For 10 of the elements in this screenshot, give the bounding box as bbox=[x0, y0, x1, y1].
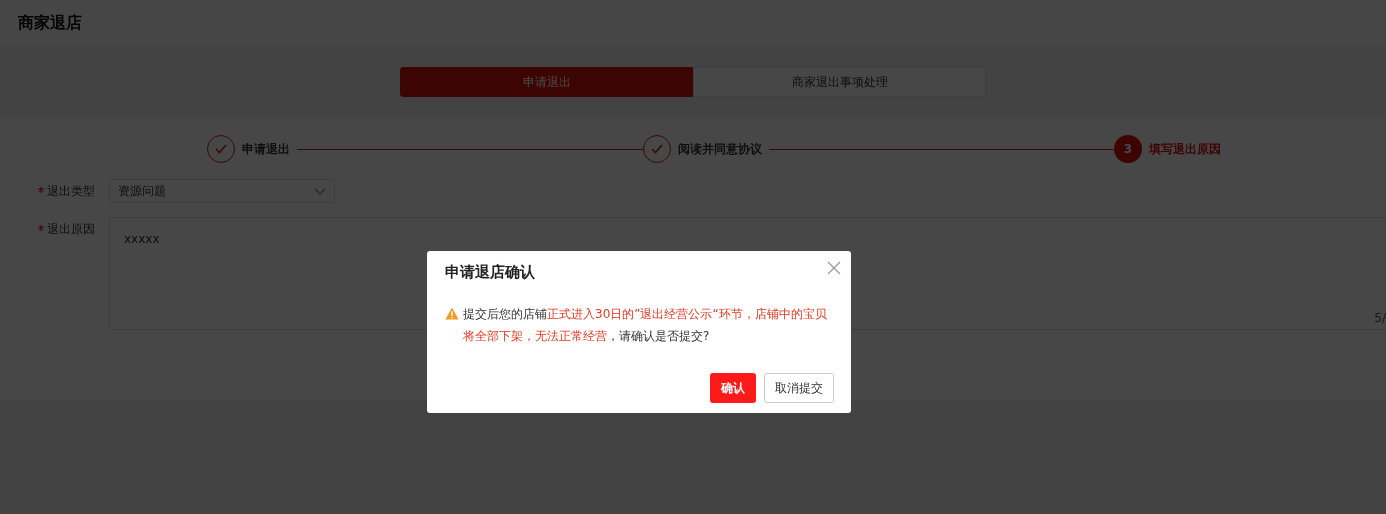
warning-icon bbox=[445, 307, 459, 320]
step-label: 填写退出原因 bbox=[1149, 141, 1221, 158]
page-title: 商家退店 bbox=[18, 12, 82, 33]
cancel-button[interactable]: 取消提交 bbox=[764, 373, 834, 403]
dialog-message: 提交后您的店铺正式进入30日的”退出经营公示“环节，店铺中的宝贝将全部下架，无法正常经营，请确认是否提交? bbox=[463, 306, 828, 345]
step-label: 阅读并同意协议 bbox=[677, 141, 762, 158]
dialog-title: 申请退店确认 bbox=[445, 263, 536, 281]
close-icon[interactable] bbox=[827, 261, 841, 275]
confirm-button[interactable]: 确认 bbox=[710, 373, 756, 403]
step-label: 申请退出 bbox=[242, 141, 290, 158]
